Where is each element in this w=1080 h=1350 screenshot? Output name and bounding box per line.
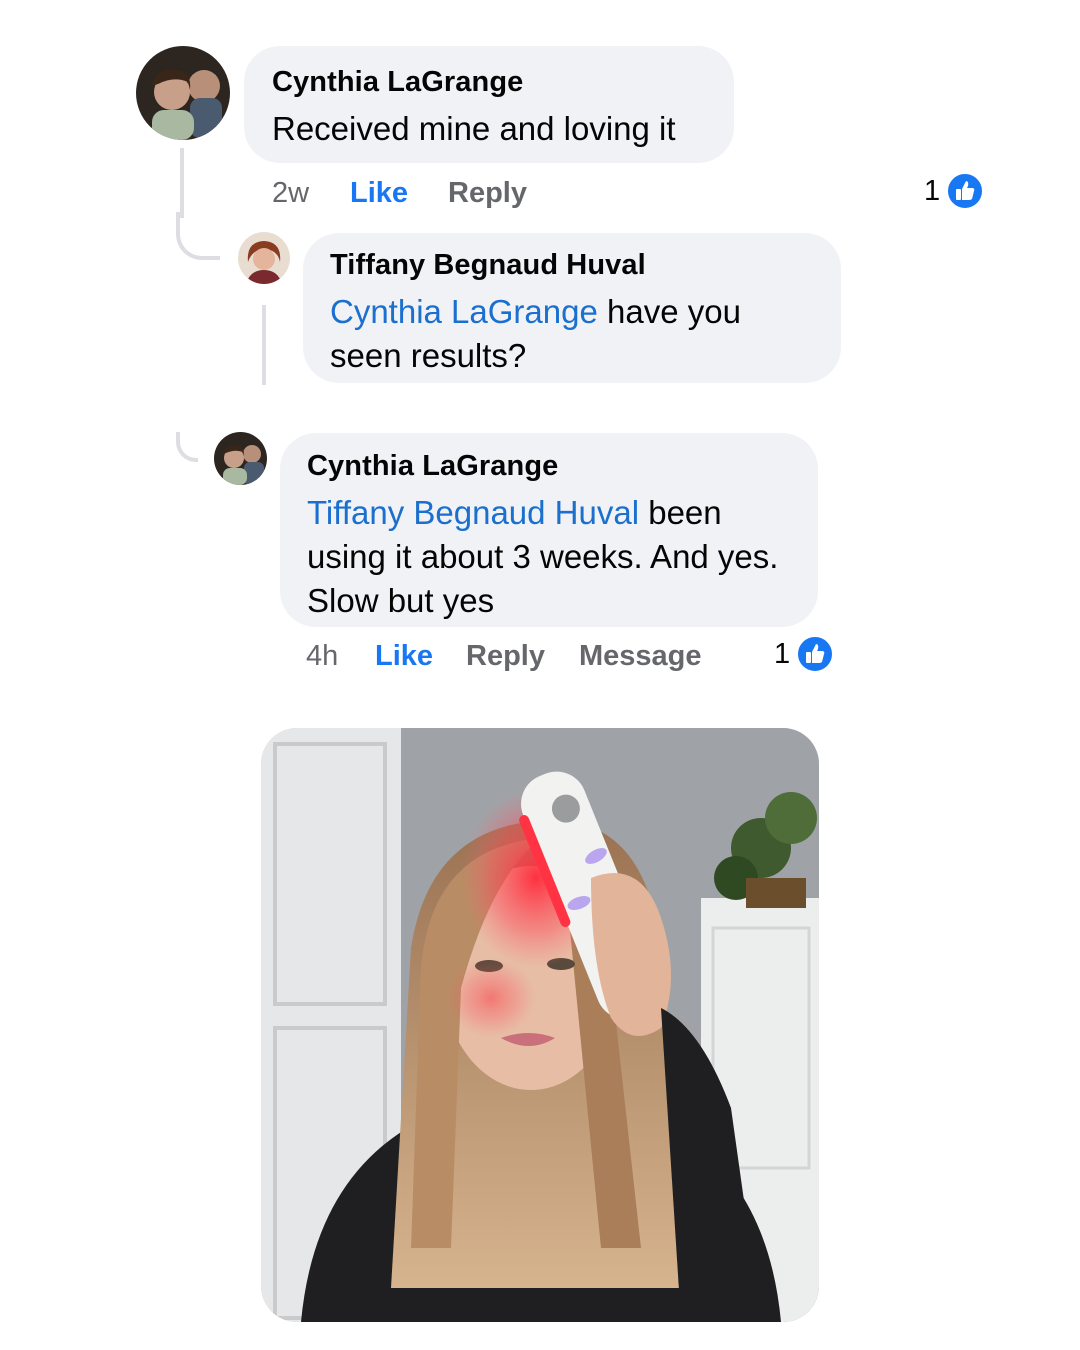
avatar[interactable] (136, 46, 230, 140)
comment-author[interactable]: Tiffany Begnaud Huval (330, 249, 815, 282)
thread-line (262, 305, 266, 385)
comment-bubble: Cynthia LaGrange Received mine and lovin… (244, 46, 734, 163)
mention-link[interactable]: Cynthia LaGrange (330, 293, 598, 330)
like-button[interactable]: Like (350, 177, 408, 210)
comment-bubble: Cynthia LaGrange Tiffany Begnaud Huval b… (280, 433, 818, 627)
reaction-count[interactable]: 1 (924, 172, 985, 210)
comment-text: Tiffany Begnaud Huval been using it abou… (307, 491, 792, 623)
reaction-count[interactable]: 1 (774, 635, 835, 673)
thread-curve (176, 432, 198, 462)
comment-bubble: Tiffany Begnaud Huval Cynthia LaGrange h… (303, 233, 841, 383)
comment-text: Cynthia LaGrange have you seen results? (330, 290, 815, 378)
comment-time[interactable]: 2w (272, 177, 309, 210)
comment-photo[interactable] (261, 728, 819, 1322)
avatar[interactable] (214, 432, 267, 485)
reaction-number: 1 (924, 174, 941, 207)
comment-time[interactable]: 4h (306, 640, 338, 673)
reaction-number: 1 (774, 637, 791, 670)
thumbs-up-icon (946, 172, 985, 210)
reply-button[interactable]: Reply (448, 177, 527, 210)
reply-button[interactable]: Reply (466, 640, 545, 673)
thumbs-up-icon (796, 635, 835, 673)
comment-text: Received mine and loving it (272, 110, 676, 147)
thread-line (180, 148, 184, 218)
comment-author[interactable]: Cynthia LaGrange (307, 450, 792, 483)
avatar[interactable] (238, 232, 290, 284)
like-button[interactable]: Like (375, 640, 433, 673)
comment-author[interactable]: Cynthia LaGrange (272, 66, 706, 99)
thread-curve (176, 212, 220, 260)
mention-link[interactable]: Tiffany Begnaud Huval (307, 494, 639, 531)
message-button[interactable]: Message (579, 640, 702, 673)
